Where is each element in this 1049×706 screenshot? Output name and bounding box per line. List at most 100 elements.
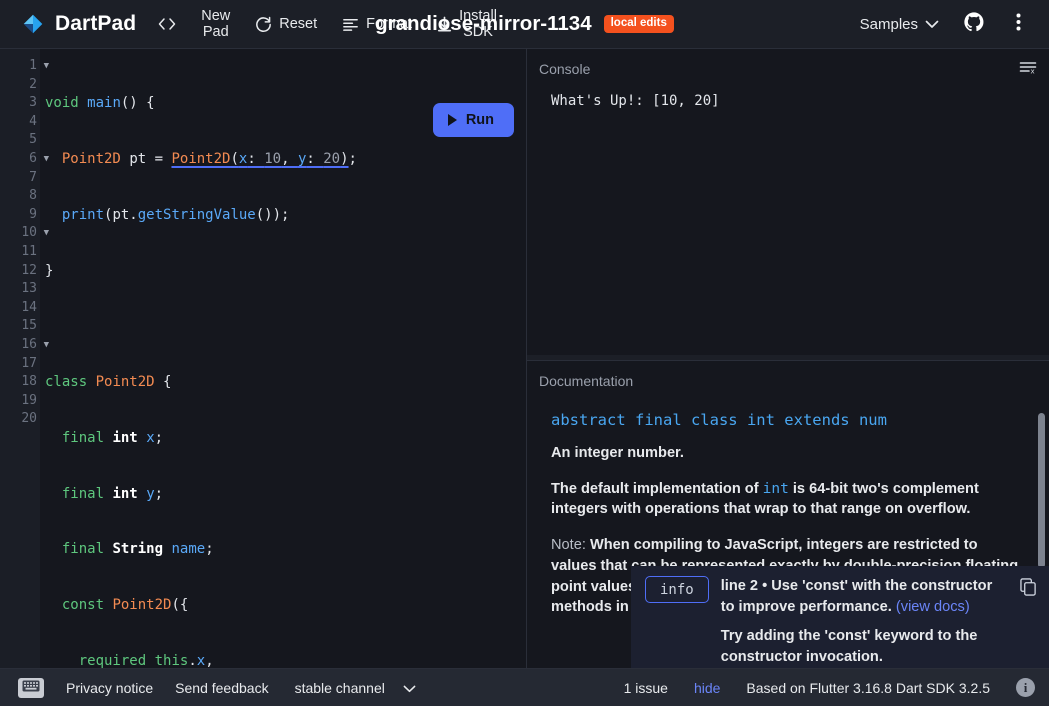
line-number: 17 [21,355,37,371]
code-line: Point2D pt = Point2D(x: 10, y: 20); [61,150,357,167]
documentation-scrollbar[interactable] [1038,413,1045,568]
play-triangle-icon [447,114,457,126]
samples-menu-button[interactable]: Samples [852,11,947,38]
line-number: 8 [29,188,37,204]
reset-button[interactable]: Reset [247,12,324,37]
code-line: print(pt.getStringValue()); [61,206,290,223]
fold-arrow-icon[interactable]: ▼ [44,224,49,243]
fold-arrow-icon[interactable]: ▼ [44,150,49,169]
privacy-notice-link[interactable]: Privacy notice [66,680,153,696]
chevron-down-icon [925,16,939,33]
severity-chip[interactable]: info [645,576,709,603]
code-content[interactable]: void main() { Point2D pt = Point2D(x: 10… [40,49,357,668]
chevron-down-icon [403,680,416,696]
code-line: const Point2D({ [61,597,189,614]
line-number: 16 [21,336,37,352]
new-pad-button[interactable]: New Pad [194,5,237,43]
app-header: DartPad New Pad Reset Format Install SDK… [0,0,1049,48]
status-bar: Privacy notice Send feedback stable chan… [0,668,1049,706]
keyboard-icon [22,679,40,697]
install-sdk-label-line2: SDK [463,24,493,40]
status-badge: local edits [603,15,674,33]
view-docs-link[interactable]: (view docs) [896,599,970,615]
gutter-line: 20 [0,410,40,429]
channel-value: stable channel [294,679,385,696]
new-pad-label-line1: New [201,7,231,24]
doc-signature: abstract final class int extends num [551,411,887,429]
doc-note-label: Note: [551,537,586,554]
gutter-line: 11 [0,243,40,262]
line-number: 11 [21,243,37,259]
doc-paragraph: An integer number. [551,445,684,461]
line-number: 13 [21,281,37,297]
run-label: Run [465,112,494,128]
channel-select[interactable]: stable channel [295,680,416,696]
line-number: 14 [21,299,37,315]
refresh-icon [254,15,273,34]
gutter-line: 3 [0,94,40,113]
issue-message: line 2 • Use 'const' with the constructo… [721,576,1008,665]
header-actions: New Pad Reset Format Install SDK [150,5,504,43]
code-brackets-icon [157,16,177,32]
github-icon [963,11,985,38]
code-editor[interactable]: 1 ▼ 2 3 4 5 6 ▼ 7 8 9 10 ▼ 11 12 13 14 15 1… [0,49,526,668]
gutter-line: 8 [0,187,40,206]
send-feedback-link[interactable]: Send feedback [175,680,268,696]
documentation-panel: Documentation abstract final class int e… [527,360,1049,668]
line-number: 6 [29,150,37,166]
code-line: class Point2D { [45,374,172,391]
keyboard-shortcuts-button[interactable] [18,677,44,698]
line-number: 10 [21,225,37,241]
embed-code-button[interactable] [150,13,184,35]
download-icon [436,15,453,34]
code-editor-pane[interactable]: 1 ▼ 2 3 4 5 6 ▼ 7 8 9 10 ▼ 11 12 13 14 15 1… [0,48,527,668]
line-number: 3 [29,95,37,111]
fold-arrow-icon[interactable]: ▼ [44,336,49,355]
line-number: 4 [29,113,37,129]
code-line: final int y; [61,485,164,502]
header-right-actions: Samples [852,7,1035,41]
line-number: 15 [21,318,37,334]
dart-logo-icon [23,14,43,34]
svg-text:x: x [1031,68,1035,75]
code-line: void main() { [45,95,155,112]
format-button[interactable]: Format [334,13,419,36]
gutter-line: 5 [0,131,40,150]
issue-suggestion: Try adding the 'const' keyword to the co… [720,628,978,666]
line-number: 2 [29,76,37,92]
line-number: 5 [29,132,37,148]
format-lines-icon [341,16,360,33]
line-number: 7 [29,169,37,185]
issue-count-label[interactable]: 1 issue [624,680,668,696]
gutter-line: 12 [0,262,40,281]
github-button[interactable] [957,7,991,41]
sdk-version-label: Based on Flutter 3.16.8 Dart SDK 3.2.5 [746,679,990,696]
gutter-line: 17 [0,355,40,374]
main-body: 1 ▼ 2 3 4 5 6 ▼ 7 8 9 10 ▼ 11 12 13 14 15 1… [0,48,1049,668]
doc-text-pre: The default implementation of [551,480,763,497]
fold-arrow-icon[interactable]: ▼ [44,57,49,76]
doc-inline-code: int [762,480,789,497]
line-number: 12 [21,262,37,278]
console-title: Console [539,61,591,77]
line-number: 20 [21,411,37,427]
overflow-menu-button[interactable] [1001,7,1035,41]
gutter-line: 14 [0,299,40,318]
install-sdk-button[interactable]: Install SDK [429,5,504,43]
line-number: 9 [29,206,37,222]
gutter-line: 16 ▼ [0,336,49,355]
more-vertical-icon [1016,12,1021,37]
line-number: 18 [21,374,37,390]
clear-console-icon[interactable]: x [1019,61,1037,80]
gutter-line: 2 [0,76,40,95]
gutter-line: 9 [0,206,40,225]
line-number-gutter: 1 ▼ 2 3 4 5 6 ▼ 7 8 9 10 ▼ 11 12 13 14 15 1… [0,49,49,668]
console-panel: Console x What's Up!: [10, 20] [527,48,1049,355]
gutter-line: 1 ▼ [0,57,49,76]
line-number: 19 [21,392,37,408]
info-icon[interactable]: i [1016,678,1035,697]
hide-issues-link[interactable]: hide [694,680,720,696]
copy-icon[interactable] [1020,578,1037,601]
run-button[interactable]: Run [432,103,514,137]
brand: DartPad [20,11,136,37]
